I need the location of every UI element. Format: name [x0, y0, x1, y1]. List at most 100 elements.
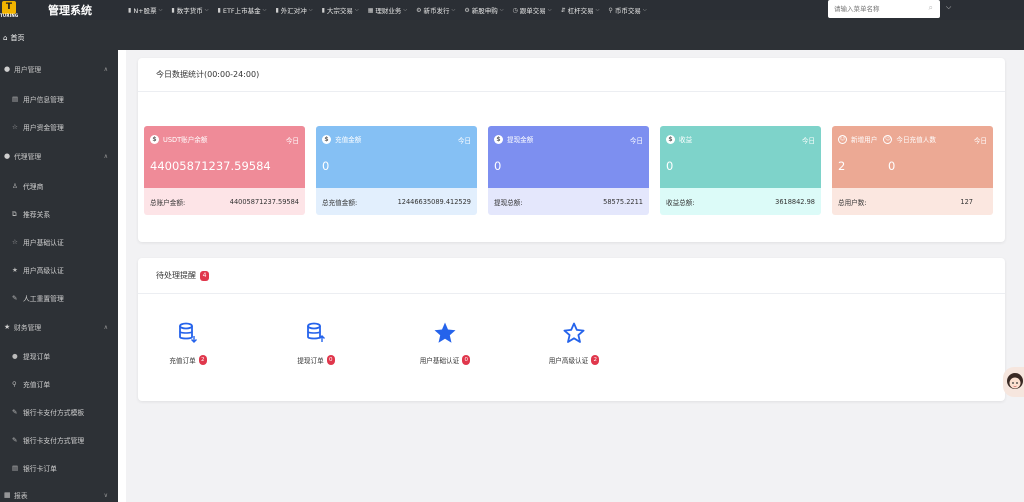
- sidebar-item-advanced-auth[interactable]: ★ 用户高级认证: [0, 263, 118, 277]
- card-top: $ 提现金额 今日 0: [488, 126, 649, 188]
- tab-home[interactable]: ⌂ 首页: [3, 33, 24, 43]
- pending-item-count: 2: [198, 355, 207, 365]
- grid-icon: ▦: [367, 6, 374, 14]
- card-label-text: 新增用户: [851, 136, 878, 144]
- card-label: $ 提现金额: [494, 134, 533, 144]
- pending-item-withdraw-orders[interactable]: 提现订单 0: [271, 318, 361, 378]
- star-outline-icon: [559, 318, 589, 348]
- sidebar-item-deposit-orders[interactable]: ⚲ 充值订单: [0, 377, 118, 391]
- sidebar-item-agents[interactable]: ♙ 代理商: [0, 179, 118, 193]
- total-label: 收益总额:: [666, 198, 695, 207]
- sidebar-group-agent[interactable]: ● 代理管理 ∧: [0, 149, 118, 163]
- chevron-down-icon[interactable]: ⌵: [946, 3, 951, 12]
- card-total: 总用户数: 127: [832, 188, 993, 215]
- nav-item-spot[interactable]: ⚲ 币币交易 ⌵: [608, 5, 646, 16]
- sidebar-item-referral[interactable]: ⧉ 推荐关系: [0, 207, 118, 221]
- chart-icon: ▮: [217, 6, 221, 14]
- card-label: $ 充值金额: [322, 134, 361, 144]
- sidebar-group-reports[interactable]: ▦ 报表 ∨: [0, 488, 118, 502]
- chart-icon: ▮: [321, 6, 325, 14]
- pending-item-basic-auth[interactable]: 用户基础认证 0: [400, 318, 490, 378]
- chevron-down-icon: ∨: [103, 491, 108, 499]
- smile-icon: ☺: [883, 134, 893, 144]
- total-label: 总用户数:: [838, 198, 867, 207]
- nav-item-copy-trade[interactable]: ◷ 跟单交易 ⌵: [513, 5, 552, 16]
- stats-panel-title: 今日数据统计(00:00-24:00): [138, 58, 1005, 92]
- total-label: 总账户金额:: [150, 198, 186, 207]
- pending-label: 用户基础认证: [419, 357, 460, 365]
- avatar[interactable]: [1003, 367, 1024, 397]
- nav-item-stocks[interactable]: ▮ N+股票 ⌵: [128, 5, 162, 16]
- chart-icon: ▮: [275, 6, 279, 14]
- logo: T TURING: [0, 0, 22, 20]
- nav-label: 跟单交易: [519, 7, 546, 15]
- app-title: 管理系统: [48, 4, 92, 17]
- dollar-icon: $: [666, 134, 675, 144]
- card-value: 44005871237.59584: [150, 159, 271, 173]
- chevron-down-icon: ⌵: [451, 7, 456, 13]
- list-icon: ▤: [12, 464, 19, 472]
- edit-icon: ✎: [12, 436, 18, 444]
- top-bar: T TURING 管理系统 ▮ N+股票 ⌵ ▮ 数字货币 ⌵ ▮ ETF上市基金 ⌵ ▮ 外…: [0, 0, 1024, 20]
- dollar-icon: $: [494, 134, 503, 144]
- card-label-text: 提现金额: [507, 136, 534, 144]
- nav-item-leverage[interactable]: ⇵ 杠杆交易 ⌵: [561, 5, 600, 16]
- sidebar-item-user-funds[interactable]: ☆ 用户资金管理: [0, 120, 118, 134]
- dollar-icon: $: [322, 134, 331, 144]
- card-label-text: 充值金额: [335, 136, 362, 144]
- nav-item-forex[interactable]: ▮ 外汇对冲 ⌵: [275, 5, 312, 16]
- chevron-down-icon: ⌵: [204, 7, 209, 13]
- sidebar-item-label: 代理商: [23, 183, 44, 191]
- pin-icon: ⚲: [12, 380, 17, 388]
- nav-label: N+股票: [133, 7, 157, 15]
- nav-label: 新股申购: [471, 7, 498, 15]
- nav-item-ipo[interactable]: ⚙ 新股申购 ⌵: [464, 5, 503, 16]
- card-value: 0: [322, 159, 330, 173]
- main-content: 今日数据统计(00:00-24:00) $ USDT账户余额 今日 4400587…: [118, 50, 1024, 502]
- nav-label: 币币交易: [614, 7, 641, 15]
- search-input[interactable]: [834, 5, 924, 13]
- card-value: 2: [838, 159, 846, 173]
- chevron-up-icon: ∧: [103, 323, 108, 331]
- nav-item-new-coin[interactable]: ⚙ 新币发行 ⌵: [416, 5, 456, 16]
- total-value: 3618842.98: [775, 197, 815, 206]
- nav-item-bulk[interactable]: ▮ 大宗交易 ⌵: [321, 5, 359, 16]
- sidebar-item-basic-auth[interactable]: ☆ 用户基础认证: [0, 235, 118, 249]
- sidebar-item-bank-manage[interactable]: ✎ 银行卡支付方式管理: [0, 433, 118, 447]
- sidebar-item-bank-template[interactable]: ✎ 银行卡支付方式模板: [0, 405, 118, 419]
- chevron-up-icon: ∧: [103, 65, 108, 73]
- nav-item-finance[interactable]: ▦ 理财业务 ⌵: [367, 5, 407, 16]
- sidebar-group-user[interactable]: ● 用户管理 ∧: [0, 62, 118, 76]
- nav-label: 外汇对冲: [280, 7, 307, 15]
- sidebar-group-finance[interactable]: ★ 财务管理 ∧: [0, 320, 118, 334]
- nav-item-etf[interactable]: ▮ ETF上市基金 ⌵: [217, 5, 267, 16]
- sidebar-item-manual-reset[interactable]: ✎ 人工重置管理: [0, 291, 118, 305]
- nav-label: 理财业务: [375, 7, 402, 15]
- chevron-down-icon: ⌵: [595, 7, 600, 13]
- pending-item-deposit-orders[interactable]: 充值订单 2: [143, 318, 233, 378]
- stat-card-income: $ 收益 今日 0 收益总额: 3618842.98: [660, 126, 821, 215]
- nav-label: ETF上市基金: [222, 7, 261, 15]
- dollar-icon: $: [150, 134, 159, 144]
- card-value: 0: [494, 159, 502, 173]
- home-icon: ⌂: [3, 34, 8, 42]
- card-total: 总充值金额: 12446635089.412529: [316, 188, 477, 215]
- nav-label: 大宗交易: [326, 7, 353, 15]
- card-label: $ 收益: [666, 134, 692, 144]
- stat-card-users: ☺ 新增用户 ☺ 今日充值人数 今日 2 0 总用户数: 127: [832, 126, 993, 215]
- stat-card-usdt-balance: $ USDT账户余额 今日 44005871237.59584 总账户金额: 44…: [144, 126, 305, 215]
- pending-panel-title: 待处理提醒 4: [138, 258, 1005, 294]
- pending-item-label: 提现订单 0: [271, 355, 361, 365]
- nav-item-crypto[interactable]: ▮ 数字货币 ⌵: [171, 5, 209, 16]
- search-icon[interactable]: ⌕: [929, 3, 933, 13]
- sidebar-item-bank-orders[interactable]: ▤ 银行卡订单: [0, 461, 118, 475]
- sidebar: ● 用户管理 ∧ ▤ 用户信息管理 ☆ 用户资金管理 ● 代理管理 ∧ ♙ 代理商 ⧉ 推荐关系…: [0, 50, 118, 502]
- chevron-down-icon: ⌵: [262, 7, 267, 13]
- star-outline-icon: ☆: [12, 238, 18, 246]
- star-filled-icon: [430, 318, 460, 348]
- sidebar-item-user-info[interactable]: ▤ 用户信息管理: [0, 92, 118, 106]
- pending-item-advanced-auth[interactable]: 用户高级认证 2: [529, 318, 619, 378]
- today-label: 今日: [973, 137, 987, 145]
- today-label: 今日: [457, 137, 471, 145]
- sidebar-item-withdraw-orders[interactable]: ● 提现订单: [0, 349, 118, 363]
